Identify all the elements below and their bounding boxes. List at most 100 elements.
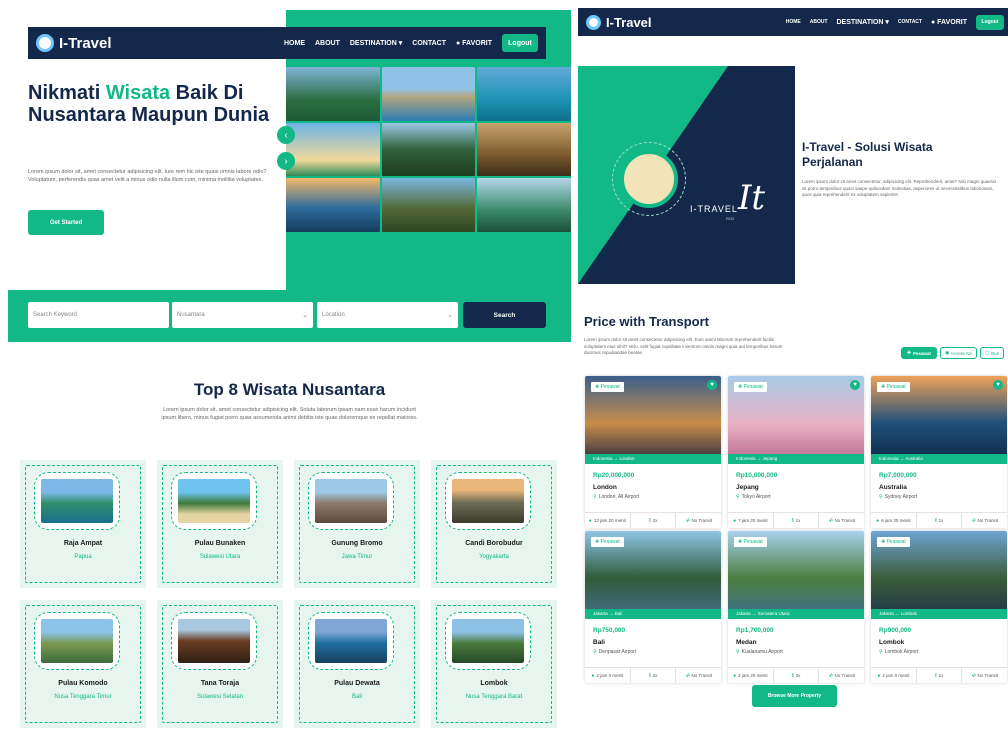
- trip-card[interactable]: ✚ Pesawat Jakarta → Sumatera Utara Rp1,700…: [728, 531, 864, 683]
- filter-pesawat-label: Pesawat: [912, 350, 931, 356]
- section-title: Top 8 Wisata Nusantara: [193, 380, 386, 399]
- about-title: I-Travel - Solusi Wisata Perjalanan: [802, 140, 933, 169]
- region-select[interactable]: Nusantara ⌄: [172, 302, 313, 328]
- navbar: I-Travel HOME ABOUT DESTINATION ▾ CONTAC…: [28, 27, 546, 59]
- nav-favorit[interactable]: ● FAVORIT: [456, 40, 492, 47]
- destination-card[interactable]: Tana Toraja Sulawesi Selatan: [157, 600, 283, 728]
- transport-tag: ✚ Pesawat: [877, 537, 910, 547]
- nav-home[interactable]: HOME: [786, 19, 801, 25]
- trip-card[interactable]: ✚ Pesawat Jakarta → Lombok Rp900,000 Lombok…: [871, 531, 1007, 683]
- hero-description: Lorem ipsum dolor sit, amet consectetur …: [28, 169, 267, 183]
- seat-icon: ‖: [648, 672, 651, 679]
- browse-more-button[interactable]: Browse More Property: [752, 685, 837, 707]
- banner-logo-sub: RO2: [726, 216, 735, 221]
- homepage-panel: I-Travel HOME ABOUT DESTINATION ▾ CONTAC…: [8, 10, 571, 736]
- filter-kereta-button[interactable]: ▣ Kereta Api: [939, 347, 977, 359]
- trip-transit: ✣ No Transit: [676, 668, 721, 683]
- destination-card[interactable]: Pulau Komodo Nusa Tenggara Timur: [20, 600, 146, 728]
- trip-price: Rp750,000: [593, 627, 626, 634]
- nav-about[interactable]: ABOUT: [315, 40, 340, 47]
- favorite-icon[interactable]: ♥: [993, 380, 1003, 390]
- search-button[interactable]: Search: [463, 302, 546, 328]
- hero-title: Nikmati Wisata Baik Di Nusantara Maupun …: [28, 82, 278, 126]
- trip-duration: ● 2 jam 20 menit: [728, 668, 774, 683]
- nav-destination[interactable]: DESTINATION ▾: [350, 39, 402, 47]
- nav-destination-label: DESTINATION: [836, 19, 884, 26]
- nav-about[interactable]: ABOUT: [810, 19, 828, 25]
- transit-icon: ✣: [685, 517, 690, 524]
- filter-pesawat-button[interactable]: ✚ Pesawat: [901, 347, 937, 359]
- nav-links: HOME ABOUT DESTINATION ▾ CONTACT ● FAVOR…: [284, 34, 546, 52]
- trip-transit: ✣ No Transit: [819, 668, 864, 683]
- trip-airport-label: Sydney Airport: [884, 494, 918, 500]
- brand-logo[interactable]: I-Travel: [36, 34, 112, 52]
- trip-airport: ⚲ Tokyo Airport: [736, 494, 771, 500]
- transport-description: Lorem ipsum dolor sit amet consectetur a…: [584, 337, 783, 355]
- destination-card[interactable]: Pulau Dewata Bali: [294, 600, 420, 728]
- collage-image: [477, 178, 571, 232]
- trip-card[interactable]: ✚ Pesawat ♥ Indonesia → Australia Rp7,000,0…: [871, 376, 1007, 528]
- logout-button[interactable]: Logout: [502, 34, 538, 52]
- chevron-down-icon: ▾: [883, 19, 889, 26]
- trip-card[interactable]: ✚ Pesawat ♥ Indonesia → London Rp20,000,000…: [585, 376, 721, 528]
- hero-title-part1: Nikmati: [28, 82, 106, 104]
- transport-tag: ✚ Pesawat: [734, 382, 767, 392]
- trip-price: Rp20,000,000: [593, 472, 635, 479]
- transit-icon: ✣: [971, 517, 976, 524]
- destination-photo: [452, 479, 524, 523]
- logout-button[interactable]: Logout: [976, 14, 1004, 30]
- nav-links: HOME ABOUT DESTINATION ▾ CONTACT ● FAVOR…: [786, 14, 1004, 30]
- brand-logo[interactable]: I-Travel: [586, 14, 652, 30]
- seat-icon: ‖: [791, 517, 794, 524]
- clock-icon: ●: [588, 517, 592, 524]
- trip-meta: ● 2 jam 0 menit ‖ 1x ✣ No Transit: [871, 667, 1007, 683]
- destination-name: Tana Toraja: [200, 680, 240, 687]
- trip-passengers: ‖ 1x: [774, 513, 820, 528]
- seat-icon: ‖: [791, 672, 794, 679]
- trip-transit-label: No Transit: [834, 518, 856, 523]
- trip-airport-label: Lombok Airport: [884, 649, 919, 655]
- favorite-icon[interactable]: ♥: [707, 380, 717, 390]
- transit-icon: ✣: [685, 672, 690, 679]
- favorite-icon[interactable]: ♥: [850, 380, 860, 390]
- destination-card[interactable]: Candi Borobudur Yogyakarta: [431, 460, 557, 588]
- trip-passengers-label: 1x: [938, 673, 944, 678]
- map-pin-icon: ⚲: [736, 649, 740, 655]
- destination-name: Pulau Komodo: [58, 680, 108, 687]
- destination-card[interactable]: Raja Ampat Papua: [20, 460, 146, 588]
- trip-card[interactable]: ✚ Pesawat ♥ Indonesia → Jepang Rp10,000,000…: [728, 376, 864, 528]
- trip-airport-label: Tokyo Airport: [741, 494, 771, 500]
- nav-contact[interactable]: CONTACT: [898, 19, 922, 25]
- chevron-down-icon: ⌄: [302, 312, 308, 319]
- nav-contact[interactable]: CONTACT: [412, 40, 446, 47]
- chevron-right-icon[interactable]: ›: [277, 152, 295, 170]
- chevron-left-icon[interactable]: ‹: [277, 126, 295, 144]
- map-pin-icon: ⚲: [879, 494, 883, 500]
- trip-passengers-label: 2x: [652, 673, 658, 678]
- trip-city: Bali: [593, 639, 605, 646]
- trip-passengers: ‖ 1x: [917, 668, 963, 683]
- nav-home[interactable]: HOME: [284, 40, 305, 47]
- search-keyword-input[interactable]: Search Keyword: [28, 302, 169, 328]
- trip-transit-label: No Transit: [977, 518, 999, 523]
- trip-route: Jakarta → Lombok: [871, 609, 1007, 619]
- trip-city: Lombok: [879, 639, 905, 646]
- trip-card[interactable]: ✚ Pesawat Jakarta → Bali Rp750,000 Bali ⚲ Den…: [585, 531, 721, 683]
- nav-favorit[interactable]: ● FAVORIT: [931, 19, 967, 26]
- destination-card[interactable]: Pulau Bunaken Sulawesi Utara: [157, 460, 283, 588]
- destination-name: Pulau Dewata: [334, 680, 380, 687]
- nav-destination[interactable]: DESTINATION ▾: [837, 18, 889, 26]
- map-pin-icon: ⚲: [593, 649, 597, 655]
- destination-card[interactable]: Gunung Bromo Jawa Timur: [294, 460, 420, 588]
- destination-name: Lombok: [480, 680, 508, 687]
- location-select[interactable]: Location ⌄: [317, 302, 458, 328]
- filter-bus-button[interactable]: ▢ Bus: [979, 347, 1004, 359]
- collage-image: [286, 178, 380, 232]
- get-started-button[interactable]: Get Started: [28, 210, 104, 235]
- transport-tag: ✚ Pesawat: [591, 382, 624, 392]
- trip-duration-label: 2 jam 0 menit: [882, 673, 910, 678]
- destination-card[interactable]: Lombok Nusa Tenggara Barat: [431, 600, 557, 728]
- chevron-down-icon: ▾: [396, 40, 403, 47]
- destination-photo: [315, 619, 387, 663]
- transit-icon: ✣: [828, 672, 833, 679]
